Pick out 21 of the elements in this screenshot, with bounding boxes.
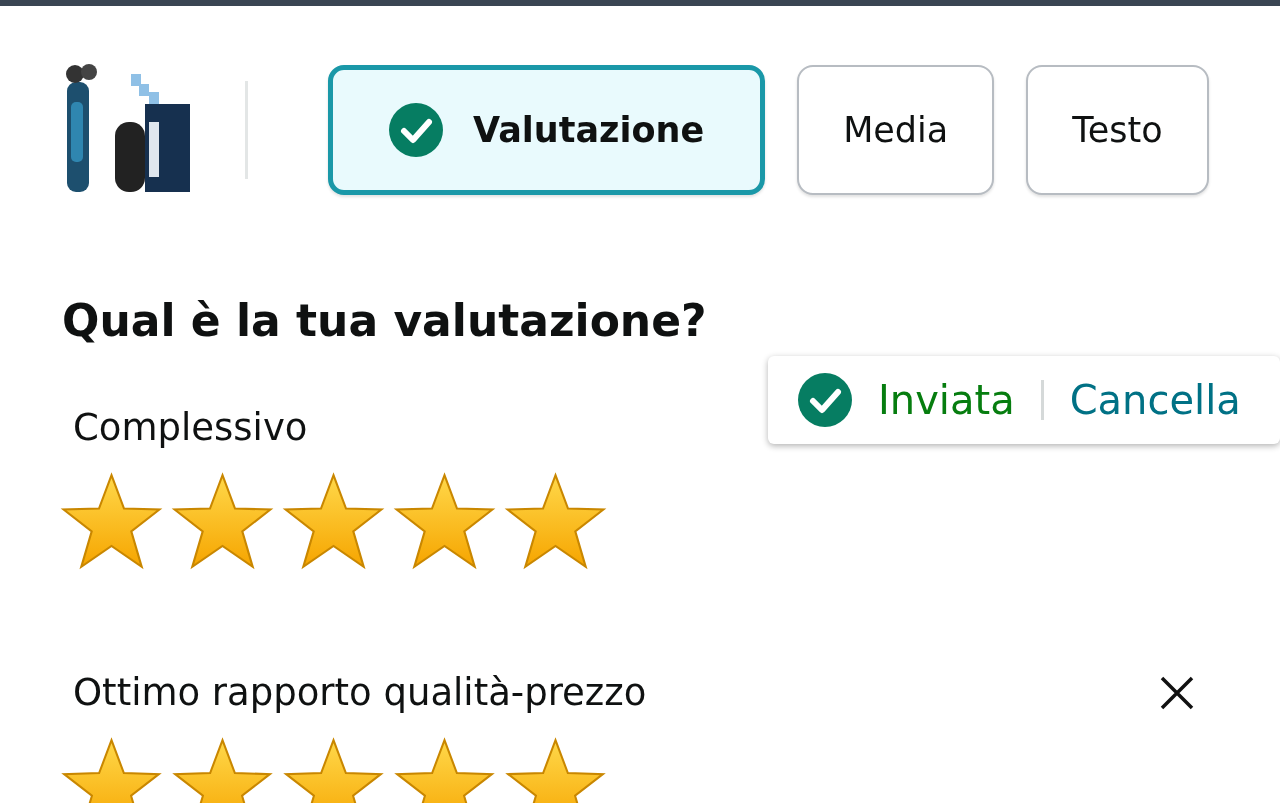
star-icon[interactable]: [504, 471, 607, 571]
star-icon[interactable]: [393, 736, 496, 803]
tab[interactable]: Media: [797, 64, 995, 195]
check-icon: [389, 102, 443, 157]
star-icon[interactable]: [504, 736, 607, 803]
star-icon[interactable]: [60, 736, 163, 803]
star-icon[interactable]: [282, 736, 385, 803]
rating-question: Qual è la tua valutazione?: [62, 295, 708, 346]
star-icon[interactable]: [393, 471, 496, 571]
tab[interactable]: Valutazione: [328, 64, 766, 195]
star-icon[interactable]: [282, 471, 385, 571]
check-icon: [798, 373, 852, 427]
rating-label: Ottimo rapporto qualità-prezzo: [73, 671, 647, 714]
rating-label: Complessivo: [73, 406, 308, 449]
tab[interactable]: Testo: [1026, 64, 1209, 195]
star-icon[interactable]: [171, 736, 274, 803]
cancel-link[interactable]: Cancella: [1069, 377, 1241, 423]
close-icon[interactable]: [1159, 674, 1195, 711]
star-icon[interactable]: [171, 471, 274, 571]
status-label: Inviata: [878, 377, 1015, 423]
star-icon[interactable]: [60, 471, 163, 571]
